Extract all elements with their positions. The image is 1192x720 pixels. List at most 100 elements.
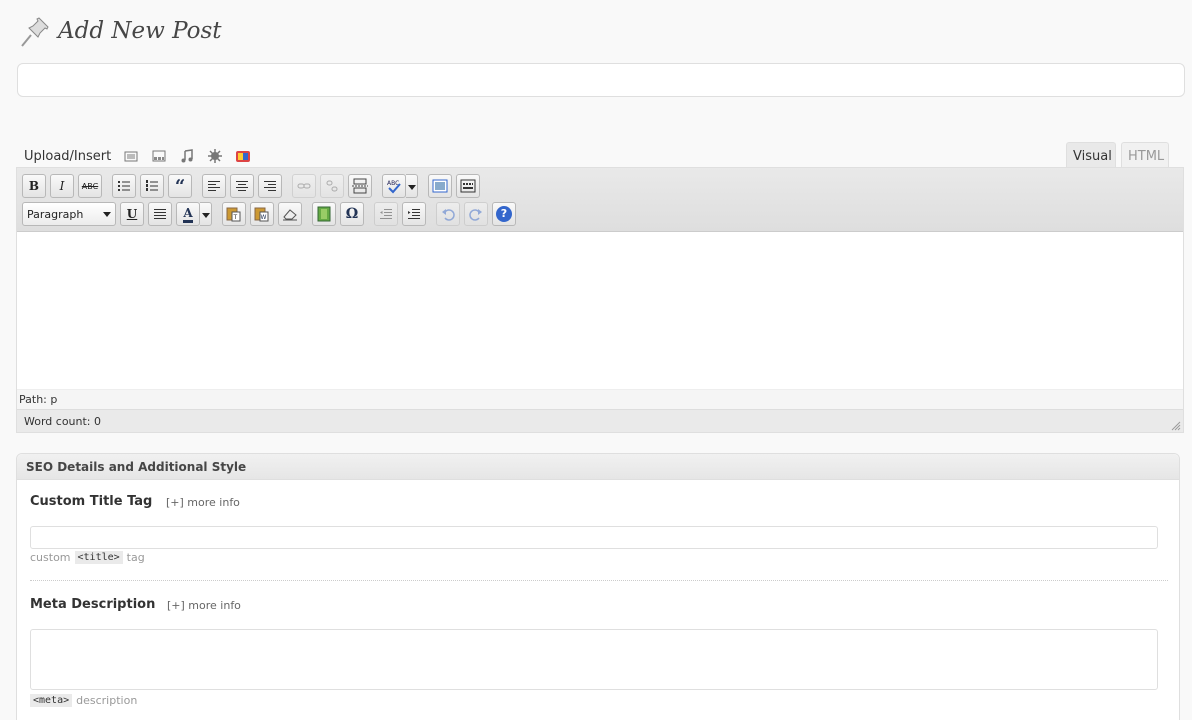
insert-more-icon [352, 178, 368, 194]
fullscreen-button[interactable] [428, 174, 452, 198]
seo-box-heading[interactable]: SEO Details and Additional Style [17, 454, 1179, 480]
bullet-list-button[interactable] [112, 174, 136, 198]
toolbar-row-2: Paragraph U A T W Ω ? [22, 202, 520, 226]
eraser-icon [283, 209, 297, 221]
italic-icon: I [59, 179, 65, 193]
numbered-list-icon [146, 180, 158, 191]
meta-hint-code: <meta> [30, 694, 73, 707]
spellcheck-button[interactable]: ABC [382, 174, 406, 198]
field-divider [30, 580, 1168, 581]
outdent-button[interactable] [374, 202, 398, 226]
word-count: Word count: 0 [24, 415, 102, 428]
omega-icon: Ω [345, 206, 359, 222]
add-gallery-icon[interactable] [235, 148, 251, 164]
justify-button[interactable] [148, 202, 172, 226]
align-center-icon [236, 181, 248, 191]
blockquote-button[interactable]: “ [168, 174, 192, 198]
editor-path-bar: Path: p [17, 389, 1183, 409]
format-select[interactable]: Paragraph [22, 202, 116, 226]
page-header: Add New Post [18, 14, 222, 48]
title-hint-prefix: custom [30, 551, 71, 564]
indent-button[interactable] [402, 202, 426, 226]
align-left-button[interactable] [202, 174, 226, 198]
add-media-icon[interactable] [207, 148, 223, 164]
tab-html[interactable]: HTML [1121, 142, 1169, 168]
toolbar-row-1: B I ABC “ ABC [22, 174, 484, 198]
outdent-icon [380, 209, 392, 219]
redo-icon [469, 209, 482, 221]
meta-description-textarea[interactable] [30, 629, 1158, 690]
align-center-button[interactable] [230, 174, 254, 198]
svg-text:T: T [233, 214, 238, 221]
align-right-icon [264, 181, 276, 191]
svg-text:W: W [261, 214, 267, 221]
redo-button[interactable] [464, 202, 488, 226]
editor-content-area[interactable] [17, 232, 1183, 389]
undo-button[interactable] [436, 202, 460, 226]
paste-word-button[interactable]: W [250, 202, 274, 226]
fullscreen-icon [432, 179, 448, 193]
media-buttons: Upload/Insert [24, 146, 263, 166]
upload-insert-label: Upload/Insert [24, 148, 112, 164]
help-button[interactable]: ? [492, 202, 516, 226]
seo-details-box: SEO Details and Additional Style Custom … [16, 453, 1180, 720]
paste-text-icon: T [226, 207, 241, 222]
paste-word-icon: W [254, 207, 269, 222]
align-right-button[interactable] [258, 174, 282, 198]
indent-icon [408, 209, 420, 219]
bullet-list-icon [118, 181, 130, 191]
custom-title-tag-label: Custom Title Tag [30, 494, 153, 509]
kitchen-sink-button[interactable] [456, 174, 480, 198]
insert-media-button[interactable] [312, 202, 336, 226]
unlink-button[interactable] [320, 174, 344, 198]
text-color-button[interactable]: A [176, 202, 200, 226]
resize-handle-icon[interactable] [1171, 421, 1181, 431]
title-tag-hint: custom <title> tag [30, 551, 145, 564]
undo-icon [442, 209, 455, 221]
post-title-input[interactable] [17, 63, 1185, 97]
meta-description-more-info-link[interactable]: [+] more info [167, 599, 241, 612]
text-color-icon: A [183, 206, 193, 223]
text-color-dropdown-arrow[interactable] [200, 202, 212, 226]
link-button[interactable] [292, 174, 316, 198]
title-hint-suffix: tag [126, 551, 145, 564]
underline-icon: U [126, 207, 138, 221]
title-tag-more-info-link[interactable]: [+] more info [166, 496, 240, 509]
spellcheck-dropdown-arrow[interactable] [406, 174, 418, 198]
meta-hint-suffix: description [76, 694, 138, 707]
blockquote-icon: “ [174, 175, 186, 197]
bold-button[interactable]: B [22, 174, 46, 198]
strikethrough-icon: ABC [81, 181, 99, 191]
meta-description-label: Meta Description [30, 597, 156, 612]
paste-text-button[interactable]: T [222, 202, 246, 226]
format-select-value: Paragraph [27, 207, 84, 221]
numbered-list-button[interactable] [140, 174, 164, 198]
remove-format-button[interactable] [278, 202, 302, 226]
title-hint-code: <title> [74, 551, 123, 564]
unlink-icon [326, 180, 338, 192]
pushpin-icon [21, 17, 49, 47]
add-audio-icon[interactable] [179, 148, 195, 164]
spellcheck-icon: ABC [387, 180, 401, 194]
bold-icon: B [28, 179, 40, 193]
align-left-icon [208, 181, 220, 191]
italic-button[interactable]: I [50, 174, 74, 198]
justify-icon [154, 209, 166, 219]
tab-visual[interactable]: Visual [1066, 142, 1116, 168]
insert-more-button[interactable] [348, 174, 372, 198]
post-editor: B I ABC “ ABC Paragraph U A T W Ω ? Path… [16, 167, 1184, 433]
add-video-icon[interactable] [151, 148, 167, 164]
chevron-down-icon [103, 212, 111, 217]
custom-title-input[interactable] [30, 526, 1158, 549]
add-image-icon[interactable] [123, 148, 139, 164]
link-icon [297, 183, 311, 189]
kitchen-sink-icon [460, 179, 476, 193]
film-icon [317, 206, 331, 222]
page-title: Add New Post [58, 18, 222, 44]
special-character-button[interactable]: Ω [340, 202, 364, 226]
underline-button[interactable]: U [120, 202, 144, 226]
strikethrough-button[interactable]: ABC [78, 174, 102, 198]
word-count-bar: Word count: 0 [17, 409, 1183, 432]
editor-toolbar: B I ABC “ ABC Paragraph U A T W Ω ? [17, 168, 1183, 232]
path-label: Path: p [19, 393, 58, 406]
